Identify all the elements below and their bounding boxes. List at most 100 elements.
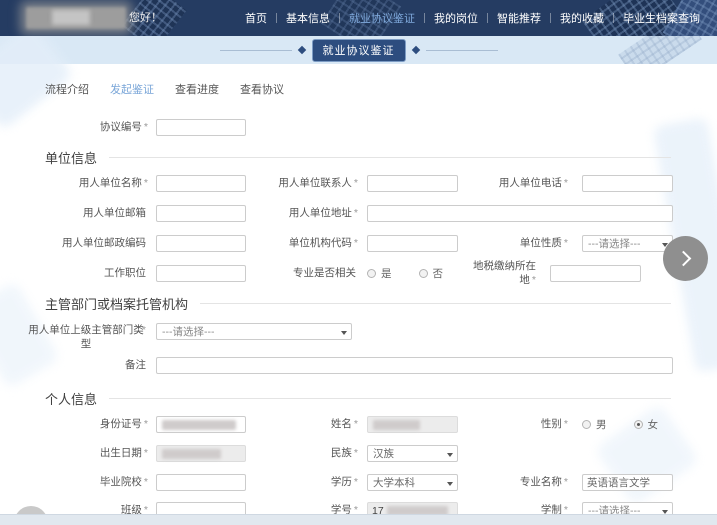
main-nav: 首页 基本信息 就业协议鉴证 我的岗位 智能推荐 我的收藏 毕业生档案查询 [236,0,709,36]
redacted-blur [373,420,420,430]
section-title: 个人信息 [45,389,97,408]
nav-item-home[interactable]: 首页 [245,10,267,26]
unit-orgcode-input[interactable] [367,235,458,252]
school-label: 毕业院校* [0,476,148,489]
form-content: 流程介绍 发起鉴证 查看进度 查看协议 协议编号* 单位信息 用人单位名称* 用… [0,81,717,519]
nav-separator [613,13,614,23]
nav-separator [487,13,488,23]
nav-item-recommend[interactable]: 智能推荐 [497,10,541,26]
major-related-radio-group: 是 否 [367,266,470,281]
gender-label: 性别* [458,418,568,431]
unit-nature-select[interactable]: ---请选择--- [582,235,673,252]
banner-line [426,50,498,51]
chevron-down-icon [447,453,453,457]
radio-checked-icon [634,420,643,429]
page-banner: 就业协议鉴证 [0,36,717,64]
nav-item-basic-info[interactable]: 基本信息 [286,10,330,26]
chevron-down-icon [341,331,347,335]
tax-place-input[interactable] [550,265,641,282]
unit-zipcode-input[interactable] [156,235,246,252]
gender-female-radio[interactable]: 女 [634,417,659,432]
unit-address-label: 用人单位地址* [246,207,358,220]
page-title-badge: 就业协议鉴证 [312,39,406,62]
unit-zipcode-label: 用人单位邮政编码 [0,237,148,250]
ethnicity-select[interactable]: 汉族 [367,445,458,462]
tab-view-progress[interactable]: 查看进度 [175,81,219,95]
tab-start-verify[interactable]: 发起鉴证 [110,81,154,95]
tab-view-agreement[interactable]: 查看协议 [240,81,284,95]
nav-separator [339,13,340,23]
dept-type-row: 用人单位上级主管部门类型* ---请选择--- [0,323,717,351]
section-rule [109,157,671,158]
carousel-next-button[interactable] [663,236,708,281]
banner-line [220,50,292,51]
redacted-blur [162,420,236,430]
name-label: 姓名* [246,418,358,431]
remark-row: 备注 [0,357,717,374]
section-rule [200,303,671,304]
birth-date-field [156,445,246,462]
agreement-number-row: 协议编号* [0,119,717,136]
bottom-strip [0,514,717,525]
unit-row-2: 用人单位邮箱 用人单位地址* [0,205,717,222]
gender-radio-group: 男 女 [582,417,685,432]
degree-select[interactable]: 大学本科 [367,474,458,491]
unit-email-input[interactable] [156,205,246,222]
required-asterisk: * [144,121,148,133]
remark-label: 备注 [0,359,148,372]
personal-row-3: 毕业院校* 学历* 大学本科 专业名称* [0,474,717,491]
unit-row-4: 工作职位 专业是否相关 是 否 地税缴纳所在地* [0,265,717,282]
dept-type-label: 用人单位上级主管部门类型* [0,323,148,351]
ethnicity-label: 民族* [246,447,358,460]
nav-separator [424,13,425,23]
id-number-label: 身份证号* [0,418,148,431]
name-field [367,416,458,433]
unit-row-3: 用人单位邮政编码 单位机构代码* 单位性质* ---请选择--- [0,235,717,252]
section-dept: 主管部门或档案托管机构 [45,295,671,311]
unit-contact-label: 用人单位联系人* [246,177,358,190]
chevron-down-icon [662,510,668,514]
unit-name-label: 用人单位名称* [0,177,148,190]
nav-item-archive-query[interactable]: 毕业生档案查询 [623,10,700,26]
section-personal: 个人信息 [45,390,671,406]
major-related-yes-radio[interactable]: 是 [367,266,392,281]
job-title-label: 工作职位 [0,267,148,280]
unit-address-input[interactable] [367,205,673,222]
personal-row-2: 出生日期* 民族* 汉族 [0,445,717,462]
agreement-number-label: 协议编号* [0,121,148,134]
personal-row-1: 身份证号* 姓名* 性别* 男 女 [0,416,717,433]
tax-place-label: 地税缴纳所在地* [470,260,536,286]
dept-type-select[interactable]: ---请选择--- [156,323,352,340]
page: 您好！ 首页 基本信息 就业协议鉴证 我的岗位 智能推荐 我的收藏 毕业生档案查… [0,0,717,525]
school-input[interactable] [156,474,246,491]
radio-icon [419,269,428,278]
major-related-no-radio[interactable]: 否 [419,266,444,281]
tab-process-intro[interactable]: 流程介绍 [45,81,89,95]
unit-phone-input[interactable] [582,175,673,192]
nav-item-my-jobs[interactable]: 我的岗位 [434,10,478,26]
nav-item-agreement-verify[interactable]: 就业协议鉴证 [349,10,415,26]
major-name-input[interactable] [582,474,673,491]
radio-icon [367,269,376,278]
chevron-right-icon [676,251,692,267]
degree-label: 学历* [246,476,358,489]
unit-contact-input[interactable] [367,175,458,192]
section-title: 主管部门或档案托管机构 [45,294,188,313]
section-rule [109,398,671,399]
unit-phone-label: 用人单位电话* [458,177,568,190]
nav-separator [550,13,551,23]
major-name-label: 专业名称* [458,476,568,489]
unit-orgcode-label: 单位机构代码* [246,237,358,250]
nav-separator [276,13,277,23]
id-number-field [156,416,246,433]
nav-item-favorites[interactable]: 我的收藏 [560,10,604,26]
diamond-bullet-icon [297,46,305,54]
agreement-number-input[interactable] [156,119,246,136]
major-related-label: 专业是否相关 [246,267,358,280]
remark-input[interactable] [156,357,673,374]
unit-name-input[interactable] [156,175,246,192]
unit-nature-label: 单位性质* [458,237,568,250]
gender-male-radio[interactable]: 男 [582,417,607,432]
job-title-input[interactable] [156,265,246,282]
greeting-text: 您好！ [129,0,162,36]
